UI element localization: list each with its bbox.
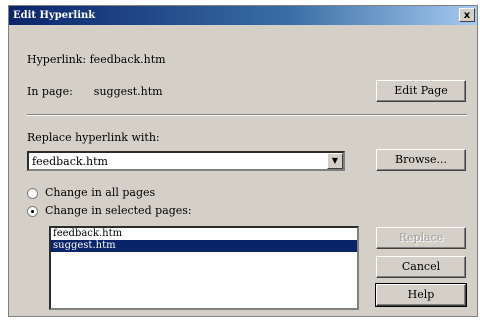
replace-button[interactable]: Replace [376,227,466,249]
radio-selected-pages-label: Change in selected pages: [45,204,192,217]
edit-page-button[interactable]: Edit Page [376,80,466,102]
cancel-button[interactable]: Cancel [376,256,466,278]
separator [27,114,467,116]
title-bar: Edit Hyperlink x [9,6,477,25]
radio-selected-pages[interactable] [27,206,38,217]
replace-with-label: Replace hyperlink with: [27,131,160,144]
replace-with-value: feedback.htm [32,155,108,168]
close-icon: x [463,10,471,21]
window-title: Edit Hyperlink [13,10,96,21]
radio-all-pages[interactable] [27,188,38,199]
radio-all-pages-label: Change in all pages [45,186,156,199]
hyperlink-value: feedback.htm [89,53,166,66]
browse-button[interactable]: Browse... [376,149,466,171]
hyperlink-row: Hyperlink: feedback.htm [27,53,166,66]
edit-hyperlink-dialog: Edit Hyperlink x Hyperlink: feedback.htm… [8,5,478,317]
help-button[interactable]: Help [375,283,467,307]
in-page-value: suggest.htm [93,85,163,98]
close-button[interactable]: x [459,8,475,22]
list-item-suggest[interactable]: suggest.htm [51,240,357,252]
in-page-label: In page: [27,85,73,98]
hyperlink-label: Hyperlink: [27,53,87,66]
chevron-down-icon[interactable]: ▼ [327,153,343,169]
list-item-feedback[interactable]: feedback.htm [51,228,357,240]
pages-listbox[interactable]: feedback.htm suggest.htm [49,226,359,310]
in-page-row: In page: suggest.htm [27,85,163,98]
replace-with-combo[interactable]: feedback.htm ▼ [27,151,345,171]
